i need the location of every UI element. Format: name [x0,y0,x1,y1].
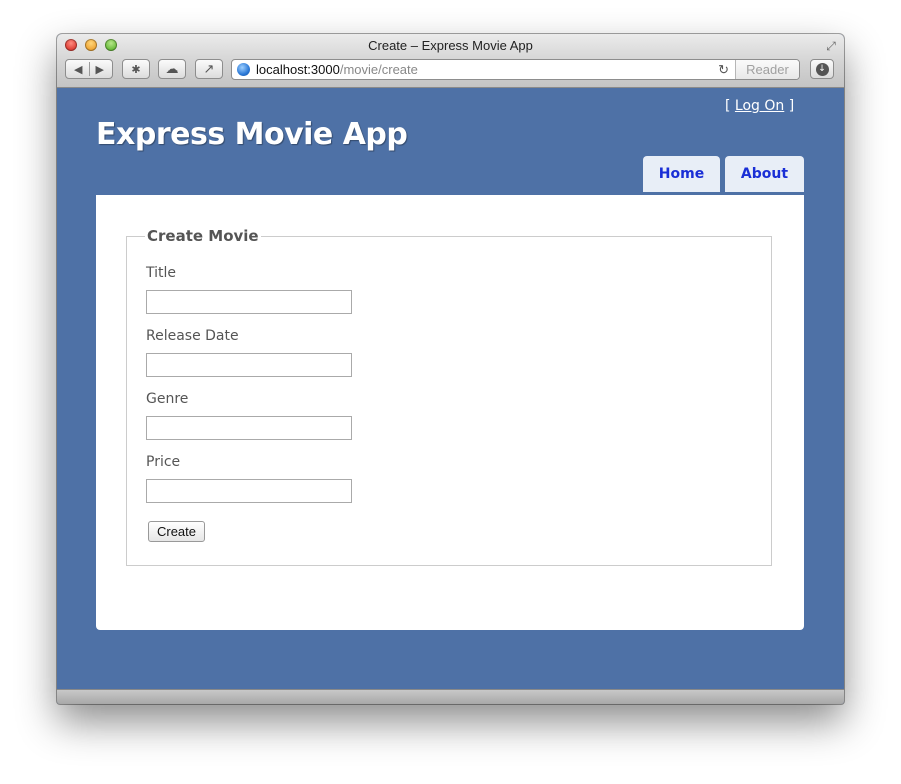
share-icon[interactable]: ↗ [195,59,223,79]
genre-input[interactable] [146,416,352,440]
release-date-input[interactable] [146,353,352,377]
status-bar [57,689,844,704]
create-button[interactable]: Create [148,521,205,542]
login-area: [ Log On ] [725,98,794,114]
reader-button[interactable]: Reader [735,60,799,79]
download-button[interactable]: ↓ [810,59,834,79]
tab-about[interactable]: About [725,156,804,192]
title-label: Title [146,265,177,281]
login-bracket-open: [ [725,98,735,114]
reload-icon[interactable]: ↻ [718,62,729,78]
site-title: Express Movie App [96,117,408,152]
forward-icon[interactable]: ▶ [96,63,104,76]
genre-label: Genre [146,391,189,407]
bug-icon[interactable]: ✱ [122,59,150,79]
page-content: [ Log On ] Express Movie App Home About … [57,88,844,690]
price-label: Price [146,454,181,470]
form-legend: Create Movie [147,227,259,245]
back-icon[interactable]: ◀ [74,63,82,76]
address-bar[interactable]: localhost:3000/movie/create ↻ Reader [231,59,800,80]
window-title: Create – Express Movie App [368,38,533,53]
title-bar: Create – Express Movie App ⤢ ◀ ▶ ✱ ☁ ↗ l… [57,34,844,88]
download-icon: ↓ [815,62,829,76]
browser-window: Create – Express Movie App ⤢ ◀ ▶ ✱ ☁ ↗ l… [57,34,844,704]
cloud-icon[interactable]: ☁ [158,59,186,79]
url-path: /movie/create [339,62,418,77]
main-panel: Create Movie Title Release Date Genre Pr… [96,195,804,630]
tab-home[interactable]: Home [643,156,720,192]
title-input[interactable] [146,290,352,314]
login-bracket-close: ] [784,98,795,114]
globe-icon [237,63,250,76]
divider [88,62,90,76]
fullscreen-icon[interactable]: ⤢ [824,39,838,53]
url-host: localhost:3000 [256,62,340,77]
create-movie-form: Create Movie Title Release Date Genre Pr… [126,227,772,566]
price-input[interactable] [146,479,352,503]
back-forward-group: ◀ ▶ [65,59,113,79]
release-date-label: Release Date [146,328,239,344]
log-on-link[interactable]: Log On [735,98,784,114]
